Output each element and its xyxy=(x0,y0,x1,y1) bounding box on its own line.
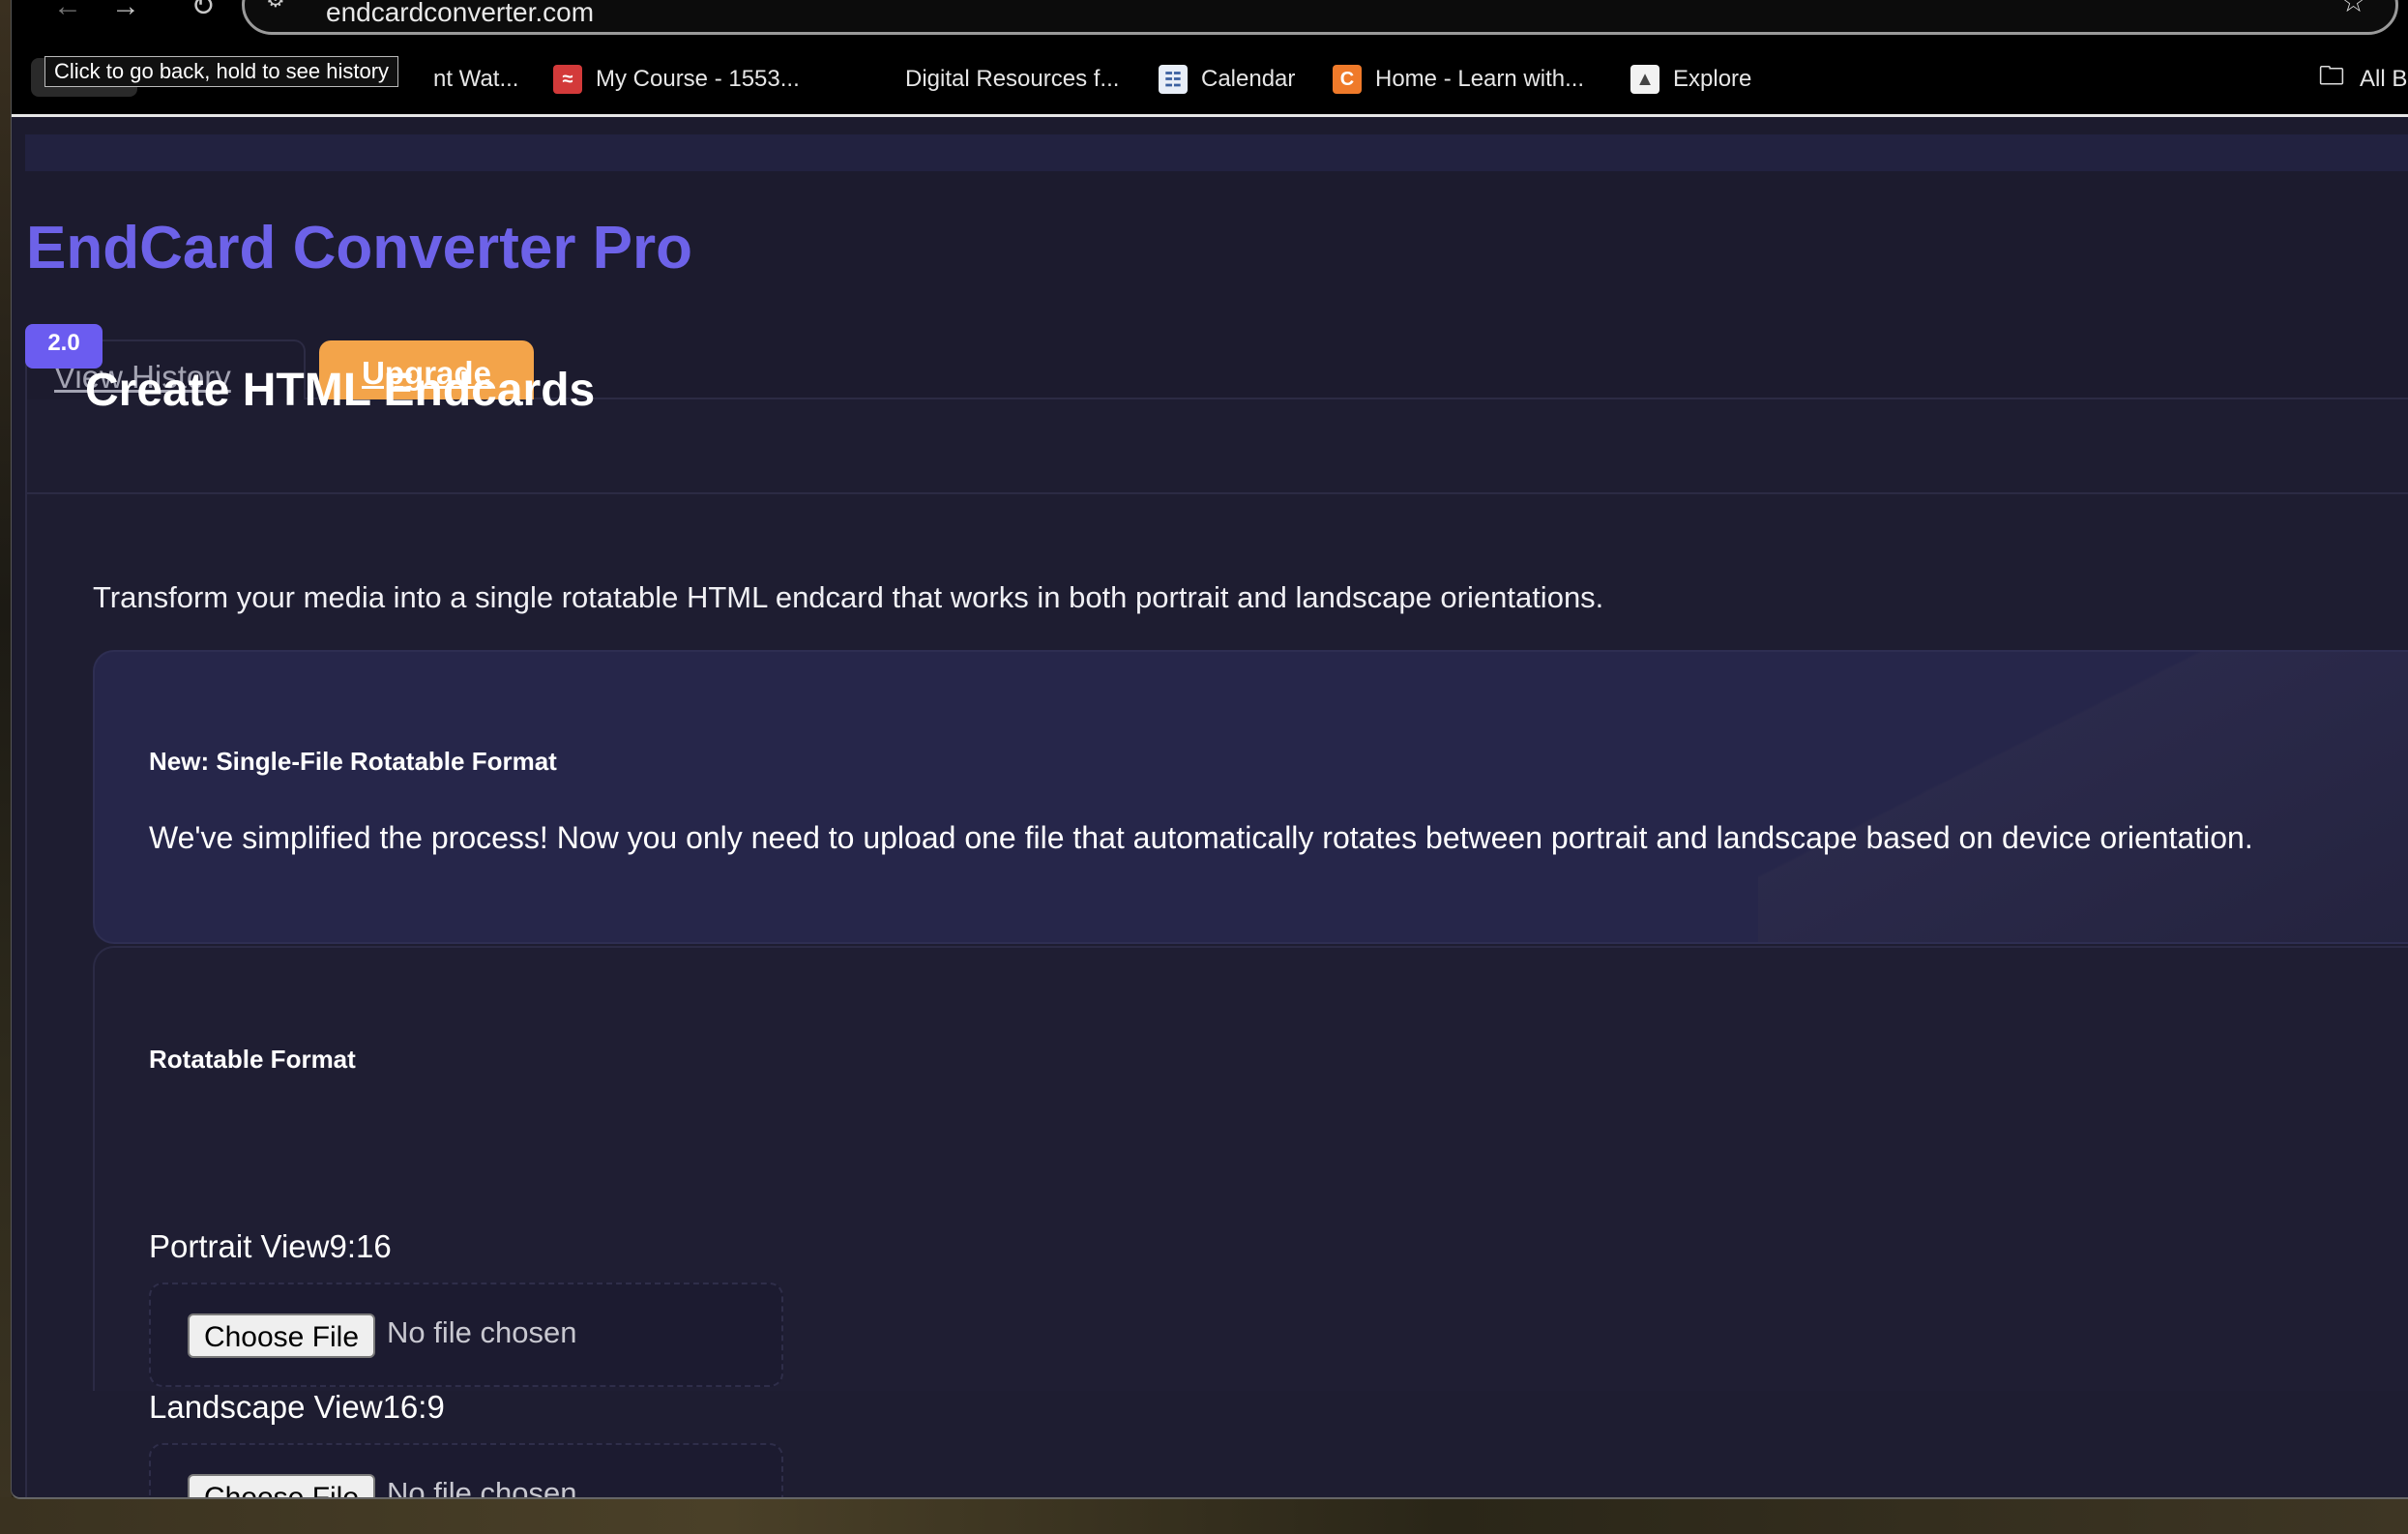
bookmark-all-bookmarks[interactable]: 🗀 All B xyxy=(2317,61,2408,97)
portrait-field-label: Portrait View9:16 xyxy=(149,1228,392,1264)
browser-toolbar: ← → ↻ ⚙ endcardconverter.com ☆ Click to … xyxy=(12,0,2408,145)
bookmark-label: nt Wat... xyxy=(433,66,519,92)
site-settings-icon[interactable]: ⚙ xyxy=(266,0,291,12)
landscape-field-label: Landscape View16:9 xyxy=(149,1389,445,1425)
back-button-tooltip: Click to go back, hold to see history xyxy=(44,56,399,87)
bookmark-explore[interactable]: ▲ Explore xyxy=(1630,62,1751,97)
bookmark-my-course[interactable]: ≈ My Course - 1553... xyxy=(553,62,800,97)
section-title: Rotatable Format xyxy=(149,1045,356,1074)
bookmark-label: Explore xyxy=(1673,66,1752,92)
bookmark-label: Digital Resources f... xyxy=(905,66,1120,92)
address-bar[interactable]: ⚙ endcardconverter.com ☆ xyxy=(242,0,2398,35)
back-arrow-icon[interactable]: ← xyxy=(48,0,87,21)
portrait-file-status: No file chosen xyxy=(387,1315,577,1349)
explore-icon: ▲ xyxy=(1630,65,1659,94)
c-logo-icon: C xyxy=(1333,65,1362,94)
version-badge: 2.0 xyxy=(25,324,103,369)
course-icon: ≈ xyxy=(553,65,582,94)
card-title: Create HTML Endcards xyxy=(85,365,596,416)
desktop-wallpaper-bottom xyxy=(0,1497,2408,1534)
intro-text: Transform your media into a single rotat… xyxy=(93,580,1604,614)
bookmark-digital-resources[interactable]: Digital Resources f... xyxy=(905,62,1119,97)
forward-arrow-icon[interactable]: → xyxy=(106,0,145,21)
url-text: endcardconverter.com xyxy=(326,0,595,27)
bookmark-label: Home - Learn with... xyxy=(1375,66,1585,92)
bookmark-label: All B xyxy=(2360,66,2408,92)
landscape-file-status: No file chosen xyxy=(387,1476,577,1497)
landscape-choose-file-button[interactable]: Choose File xyxy=(188,1474,375,1497)
folder-icon: 🗀 xyxy=(2318,61,2344,90)
top-banner-strip xyxy=(25,134,2408,171)
bookmark-calendar[interactable]: ☷ Calendar xyxy=(1159,62,1295,97)
portrait-dropzone[interactable]: Choose File No file chosen xyxy=(149,1283,783,1387)
app-title: EndCard Converter Pro xyxy=(26,215,693,281)
notice-body: We've simplified the process! Now you on… xyxy=(149,820,2253,855)
portrait-choose-file-button[interactable]: Choose File xyxy=(188,1313,375,1358)
bookmark-label: My Course - 1553... xyxy=(596,66,800,92)
browser-window: ← → ↻ ⚙ endcardconverter.com ☆ Click to … xyxy=(11,0,2408,1499)
card-header-divider xyxy=(25,492,2408,494)
bookmark-star-icon[interactable]: ☆ xyxy=(2340,0,2366,17)
landscape-dropzone[interactable]: Choose File No file chosen xyxy=(149,1443,783,1497)
bookmark-item[interactable]: nt Wat... xyxy=(433,62,518,97)
notice-title: New: Single-File Rotatable Format xyxy=(149,747,557,776)
reload-icon[interactable]: ↻ xyxy=(184,0,222,21)
calendar-icon: ☷ xyxy=(1159,65,1188,94)
bookmark-label: Calendar xyxy=(1201,66,1296,92)
notice-decoration xyxy=(1758,652,2408,942)
bookmark-home-learn[interactable]: C Home - Learn with... xyxy=(1333,62,1584,97)
notice-box xyxy=(93,650,2408,944)
